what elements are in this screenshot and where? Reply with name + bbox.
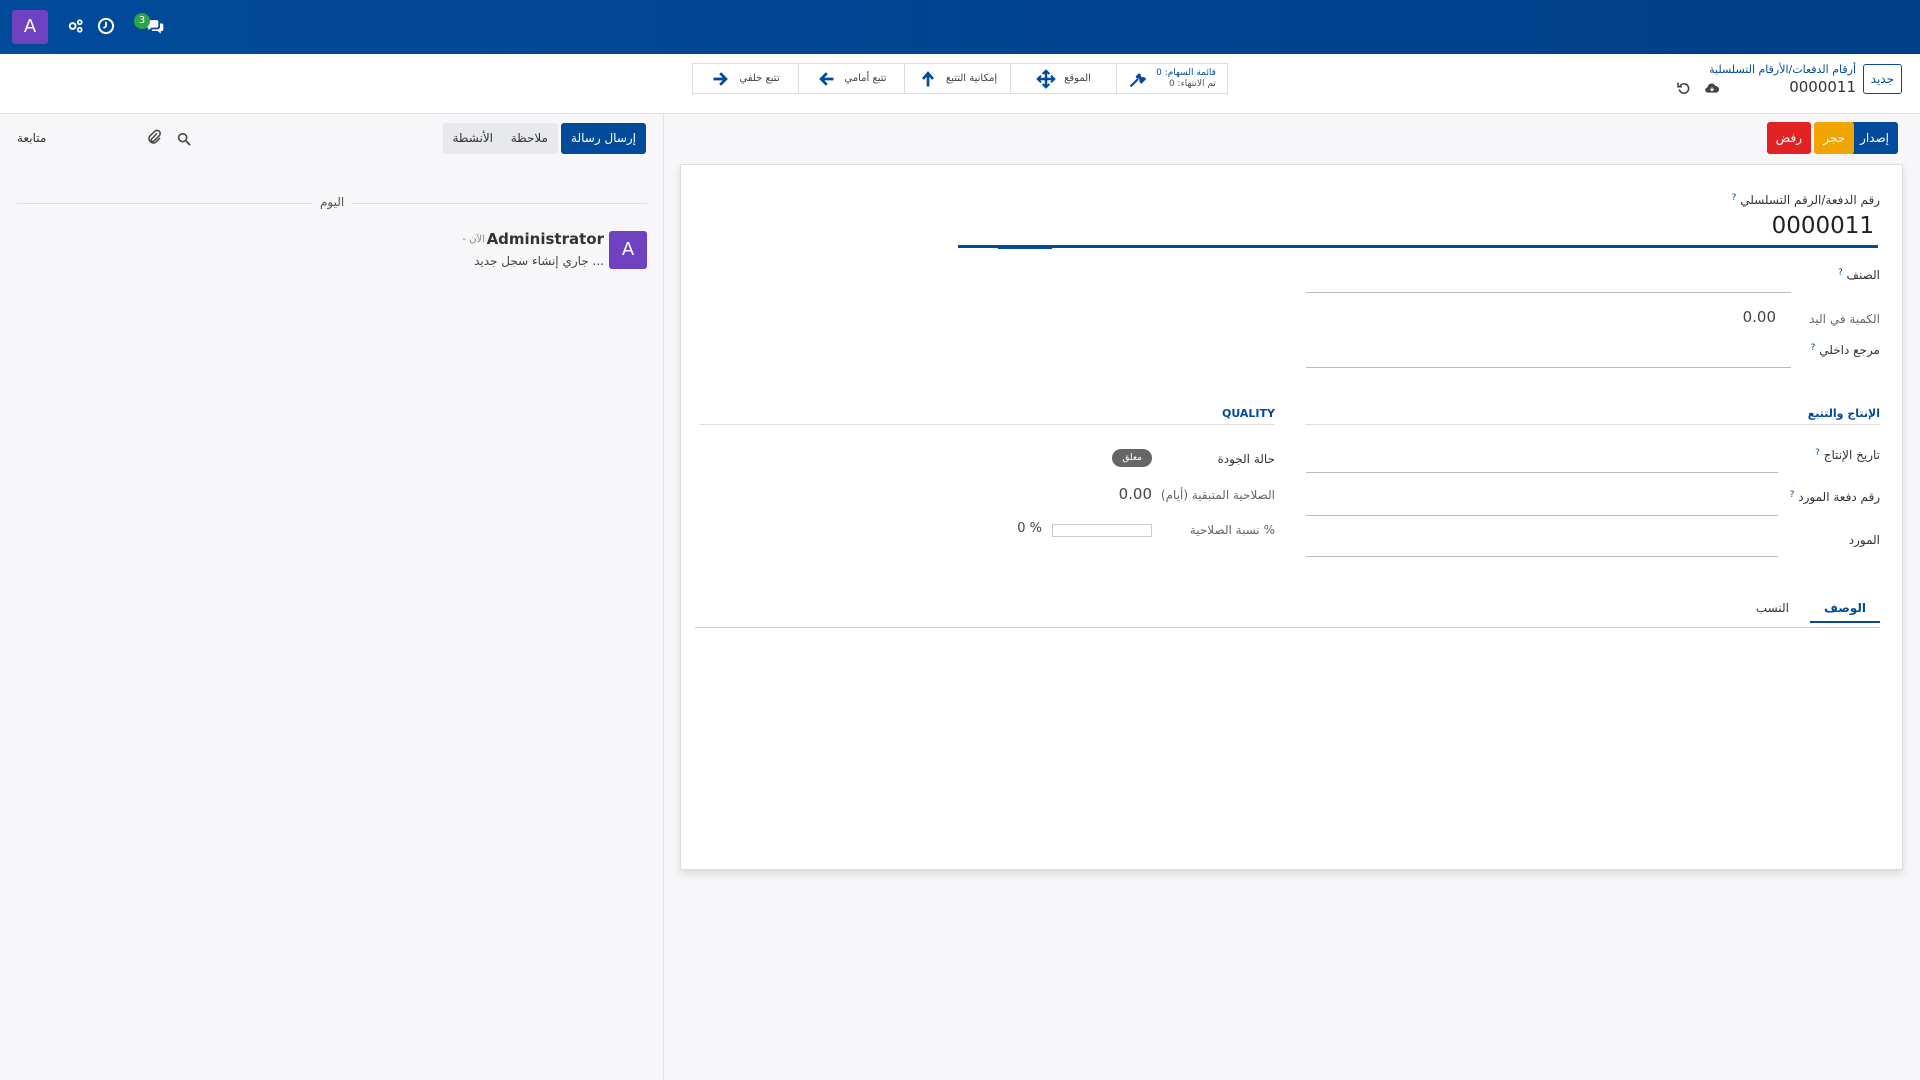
arrow-left-icon [819, 71, 834, 86]
location-label: الموقع [1064, 73, 1091, 84]
lot-label: ? رقم الدفعة/الرقم التسلسلي [1731, 193, 1880, 207]
wrench-icon [1129, 72, 1147, 87]
production-section-title: الإنتاج والتتبع [1807, 407, 1880, 420]
clock-icon[interactable] [96, 16, 118, 38]
arrow-right-icon [713, 71, 729, 86]
vendor-field[interactable] [1306, 556, 1778, 557]
reject-button[interactable]: رفض [1766, 122, 1811, 154]
breadcrumb-current: 0000011 [1789, 78, 1856, 96]
control-panel: جديد أرقام الدفعات/الأرقام التسلسلية 000… [0, 54, 1920, 114]
backward-trace-button[interactable]: تتبع خلفي [693, 64, 799, 93]
tab-ratios[interactable]: النسب [1748, 601, 1797, 621]
validity-progress-bar [1052, 524, 1152, 537]
new-button[interactable]: جديد [1862, 64, 1902, 94]
traceability-label: إمكانية التتبع [945, 73, 998, 84]
backward-trace-label: تتبع خلفي [739, 73, 780, 84]
quality-section-title: QUALITY [1221, 407, 1275, 420]
product-field[interactable] [1306, 292, 1791, 293]
message-time: - الآن [462, 234, 485, 245]
internal-ref-label: ? مرجع داخلي [1810, 343, 1880, 357]
tab-description[interactable]: الوصف [1809, 601, 1880, 623]
paperclip-icon[interactable] [145, 129, 163, 150]
follow-button[interactable]: متابعة [17, 131, 46, 145]
block-button[interactable]: حجر [1814, 122, 1854, 154]
stock-moves-label: قائمة السهام: 0 [1156, 67, 1216, 78]
send-message-button[interactable]: إرسال رسالة [561, 123, 646, 154]
message-body: جاري إنشاء سجل جديد ... [474, 254, 604, 268]
issue-button[interactable]: إصدار [1851, 122, 1898, 154]
settings-icon[interactable] [66, 16, 88, 38]
help-icon[interactable]: ? [1732, 193, 1737, 203]
search-icon[interactable] [176, 131, 192, 150]
completed-label: تم الانتهاء: 0 [1168, 78, 1216, 89]
user-avatar[interactable]: A [12, 10, 48, 44]
vendor-label: المورد [1848, 533, 1880, 547]
form-sheet: ? رقم الدفعة/الرقم التسلسلي 0000011 ? ال… [680, 164, 1903, 870]
on-hand-value: 0.00 [1742, 308, 1776, 326]
forward-trace-label: تتبع أمامي [844, 73, 887, 84]
validity-pct-value: 0 % [1017, 521, 1042, 536]
message-author[interactable]: Administrator [487, 230, 604, 248]
quality-state-label: حالة الجودة [1217, 452, 1275, 466]
product-label: ? الصنف [1837, 268, 1880, 282]
lot-underline [958, 245, 1878, 248]
traceability-button[interactable]: إمكانية التتبع [905, 64, 1011, 93]
forward-trace-button[interactable]: تتبع أمامي [799, 64, 905, 93]
discard-icon[interactable] [1676, 80, 1692, 96]
log-note-button[interactable]: ملاحظة [500, 123, 558, 154]
top-navbar: A 3 [0, 0, 1920, 54]
stock-moves-button[interactable]: قائمة السهام: 0 تم الانتهاء: 0 [1117, 64, 1227, 93]
lot-input[interactable]: 0000011 [1772, 213, 1874, 239]
breadcrumb-parent[interactable]: أرقام الدفعات/الأرقام التسلسلية [1709, 63, 1856, 76]
production-date-label: ? تاريخ الإنتاج [1815, 448, 1880, 462]
remaining-validity-value: 0.00 [1118, 485, 1152, 503]
activities-button[interactable]: الأنشطة [442, 123, 503, 154]
save-cloud-icon[interactable] [1704, 80, 1720, 96]
arrow-up-icon [921, 70, 934, 86]
chatter: إرسال رسالة ملاحظة الأنشطة متابعة اليوم … [0, 114, 664, 1080]
on-hand-label: الكمية في اليد [1809, 312, 1880, 326]
validity-pct-label: نسبة الصلاحية % [1189, 523, 1275, 537]
location-button[interactable]: الموقع [1011, 64, 1117, 93]
production-date-field[interactable] [1306, 472, 1778, 473]
message-avatar[interactable]: A [609, 231, 647, 269]
vendor-lot-label: ? رقم دفعة المورد [1789, 490, 1880, 504]
remaining-validity-label: الصلاحية المتبقية (أيام) [1160, 488, 1275, 502]
messages-badge: 3 [134, 13, 150, 29]
stock-moves-stats: قائمة السهام: 0 تم الانتهاء: 0 [1156, 68, 1216, 90]
move-arrows-icon [1036, 68, 1056, 89]
smart-buttons: تتبع خلفي تتبع أمامي إمكانية التتبع المو… [692, 63, 1228, 94]
date-divider-label: اليوم [312, 195, 353, 209]
quality-state-badge[interactable]: معلق [1112, 449, 1152, 467]
vendor-lot-field[interactable] [1306, 515, 1778, 516]
internal-ref-field[interactable] [1306, 367, 1791, 368]
